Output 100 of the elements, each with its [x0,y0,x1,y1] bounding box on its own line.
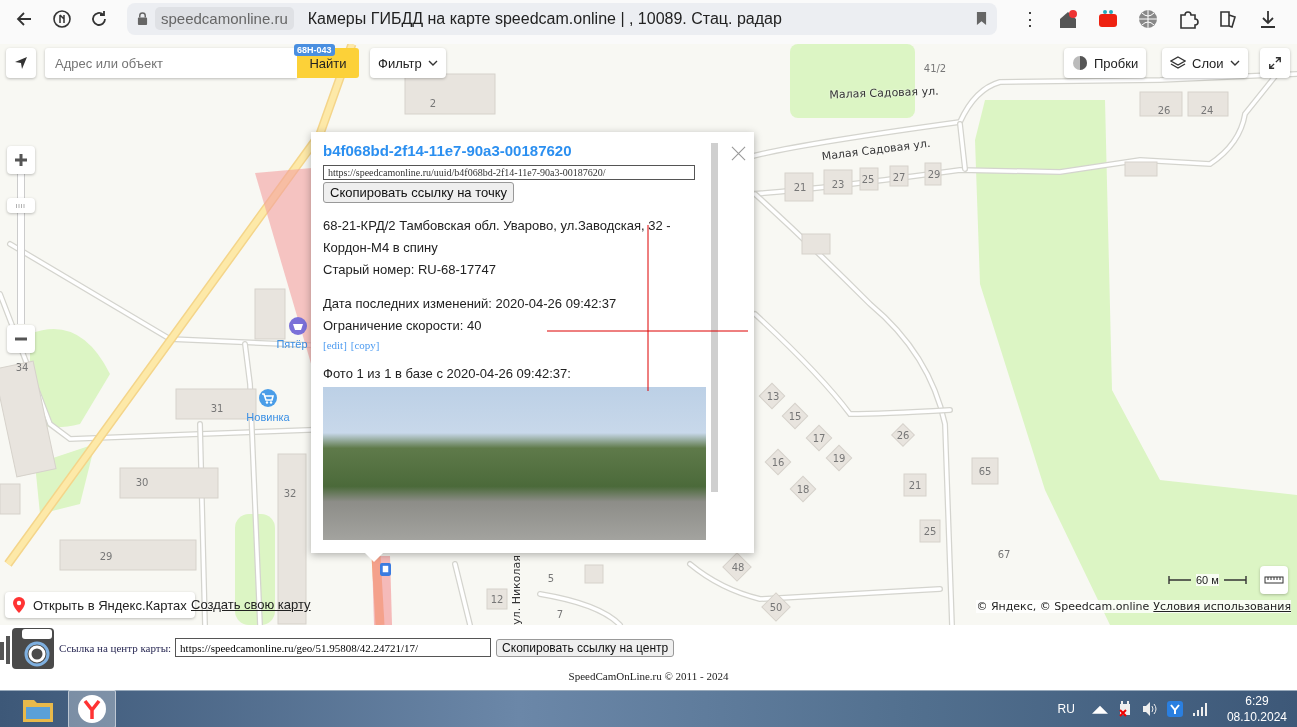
fullscreen-button[interactable] [1260,48,1290,78]
building [919,519,941,543]
plus-icon [14,153,28,167]
house-number: 26 [1157,104,1171,116]
copy-center-link-button[interactable]: Скопировать ссылку на центр [496,638,675,657]
house-number: 29 [99,550,113,562]
zoom-in-button[interactable] [7,146,35,174]
building [784,172,814,202]
street-name: ул. Николая [509,555,523,625]
ruler-button[interactable] [1260,566,1288,594]
tv-icon[interactable] [1097,7,1119,30]
menu-button[interactable]: ⋮ [1021,7,1039,30]
zoom-out-button[interactable] [7,325,35,353]
footer-copyright: SpeedCamOnLine.ru © 2011 - 2024 [567,670,730,682]
locate-button[interactable] [6,48,36,78]
building [0,483,21,515]
house-number: 67 [997,548,1011,560]
reload-icon[interactable] [89,8,109,29]
camera-address: 68-21-КРД/2 Тамбовская обл. Уварово, ул.Заводская, 32 - Кордон-М4 в спину [323,217,672,257]
address-bar[interactable]: speedcamonline.ru Камеры ГИБДД на карте speedcam.online | , 10089. Стац. радар [127,2,997,35]
house-number: 30 [135,476,149,488]
house-number: 21 [908,479,922,491]
speaker-icon[interactable] [1141,701,1158,717]
terms-link[interactable]: Условия использования [1153,600,1291,613]
half-circle-icon [1072,55,1088,71]
house-number: 17 [812,432,826,444]
house-number: 2 [429,97,437,109]
center-link-field[interactable]: https://speedcamonline.ru/geo/51.95808/42.24721/17/ [175,638,492,657]
building [924,162,942,186]
copyright-text: © Яндекс, © Speedcam.online [976,600,1150,613]
scale-bar-icon [1222,576,1247,584]
map[interactable] [0,44,1297,625]
center-link-label: Ссылка на центр карты: [59,641,172,654]
browser-taskbar-button[interactable] [68,690,116,727]
power-plug-icon[interactable] [1116,701,1133,717]
point-url-field[interactable]: https://speedcamonline.ru/uuid/b4f068bd-2f14-11e7-90a3-00187620/ [323,165,695,180]
layers-icon [1170,55,1186,71]
popup-pointer [365,553,383,562]
map-pin-icon [13,597,25,613]
building [889,165,909,187]
house-number: 23 [831,178,845,190]
scale-label: 60 м [1196,574,1219,586]
copy-point-link-button[interactable]: Скопировать ссылку на точку [323,182,514,203]
house-number: 24 [1200,104,1214,116]
bookmark-icon[interactable] [976,12,987,25]
domain-chip: speedcamonline.ru [155,7,294,30]
building [254,288,286,340]
house-number: 34 [15,361,29,373]
layers-dropdown[interactable]: Слои [1162,48,1248,78]
building [1187,91,1229,117]
page-title: Камеры ГИБДД на карте speedcam.online | , 10089. Стац. радар [307,9,783,28]
house-number: 65 [978,465,992,477]
traffic-button[interactable]: Пробки [1064,48,1147,78]
house-number: 25 [861,173,875,185]
ruler-icon [1264,576,1284,584]
house-number: 19 [832,452,846,464]
building [903,473,927,497]
letter-tile-icon[interactable] [1166,701,1183,717]
zoom-slider-handle[interactable] [7,198,35,213]
search-field[interactable]: Адрес или объект [45,48,297,78]
browser-logo-icon [77,694,107,724]
house-number: 48 [731,561,745,573]
house-number: 15 [788,410,802,422]
road-number: 68Н-043 [294,44,335,56]
building [486,588,508,610]
last-changed-date: Дата последних изменений: 2020-04-26 09:42:37 [323,295,618,313]
speed-limit: Ограничение скорости: 40 [323,317,483,335]
building [584,564,604,584]
house-icon[interactable] [1057,7,1079,30]
filter-dropdown[interactable]: Фильтр [370,48,446,78]
house-number: 21 [793,181,807,193]
street-name: Малая Садовая ул. [821,136,931,164]
close-icon[interactable] [731,146,746,161]
house-number: 29 [927,168,941,180]
house-number: 50 [769,601,783,613]
house-number: 26 [896,429,910,441]
scrollbar[interactable] [711,143,718,492]
chevron-down-icon [427,60,438,66]
clock-date[interactable]: 08.10.2024 [1226,709,1287,725]
place-name: Пятёр [276,338,308,350]
locate-arrow-icon [13,55,29,71]
building [1139,91,1183,117]
house-number: 16 [771,456,785,468]
chevron-down-icon [1229,60,1240,66]
place-name: Новинка [246,411,290,423]
house-number: 25 [923,525,937,537]
building [971,457,999,485]
building [1124,161,1158,177]
street-name: Малая Садовая ул. [829,84,939,102]
house-number: 32 [283,487,297,499]
house-number: 18 [796,483,810,495]
house-number: 13 [766,390,780,402]
house-number: 5 [547,572,555,584]
signal-icon[interactable] [1191,701,1208,717]
clock-time[interactable]: 6:29 [1245,693,1269,709]
language-indicator[interactable]: RU [1057,702,1075,716]
building [823,169,853,195]
house-number: 41/2 [923,62,947,74]
globe-icon[interactable] [1137,7,1159,30]
circle-letter-icon[interactable] [52,8,72,29]
